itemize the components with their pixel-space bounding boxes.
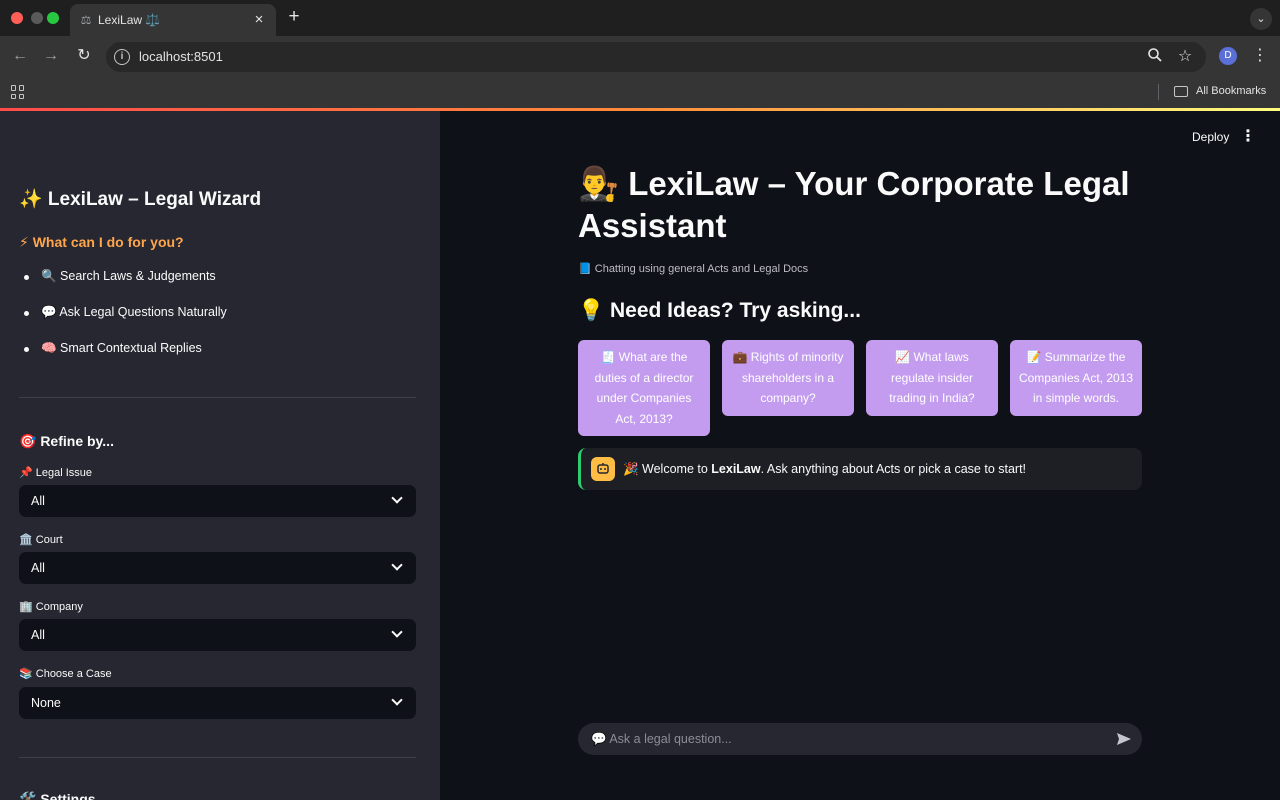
robot-icon bbox=[591, 457, 615, 481]
site-info-icon[interactable]: i bbox=[114, 49, 130, 65]
ideas-title: 💡 Need Ideas? Try asking... bbox=[578, 299, 861, 322]
court-select[interactable]: All bbox=[19, 552, 416, 584]
feature-item: 🔍 Search Laws & Judgements bbox=[24, 269, 216, 283]
url-text: localhost:8501 bbox=[139, 49, 223, 64]
browser-toolbar: ← → ↻ i localhost:8501 ☆ bbox=[0, 36, 1280, 76]
welcome-suffix: . Ask anything about Acts or pick a case… bbox=[760, 462, 1027, 476]
chat-input-container bbox=[578, 723, 1142, 755]
folder-icon bbox=[1174, 86, 1188, 97]
back-arrow-icon[interactable]: ← bbox=[10, 46, 30, 66]
profile-avatar[interactable]: D bbox=[1219, 47, 1237, 65]
chevron-down-icon bbox=[390, 560, 404, 574]
company-label: 🏢 Company bbox=[19, 601, 83, 613]
welcome-prefix: 🎉 Welcome to bbox=[623, 462, 712, 476]
scale-icon: ⚖ bbox=[80, 13, 92, 27]
sidebar-title: ✨ LexiLaw – Legal Wizard bbox=[19, 189, 262, 210]
legal-issue-label: 📌 Legal Issue bbox=[19, 467, 93, 479]
sidebar-divider bbox=[19, 757, 416, 758]
welcome-text: 🎉 Welcome to LexiLaw. Ask anything about… bbox=[623, 462, 1026, 477]
tab-title: LexiLaw ⚖️ bbox=[98, 13, 161, 27]
sidebar-divider bbox=[19, 397, 416, 398]
company-select[interactable]: All bbox=[19, 619, 416, 651]
refine-title: 🎯 Refine by... bbox=[19, 433, 114, 449]
court-label: 🏛️ Court bbox=[19, 534, 63, 546]
page-caption: 📘 Chatting using general Acts and Legal … bbox=[578, 263, 809, 275]
maximize-window-button[interactable] bbox=[47, 12, 59, 24]
browser-menu-icon[interactable]: ⋮ bbox=[1252, 45, 1268, 67]
idea-button-summarize-act[interactable]: 📝 Summarize the Companies Act, 2013 in s… bbox=[1010, 340, 1142, 416]
chevron-down-icon bbox=[390, 493, 404, 507]
chat-input[interactable] bbox=[578, 723, 1098, 755]
minimize-window-button[interactable] bbox=[31, 12, 43, 24]
browser-tab[interactable]: ⚖ LexiLaw ⚖️ × bbox=[70, 4, 276, 36]
page-title: 👨‍⚖️ LexiLaw – Your Corporate Legal Assi… bbox=[578, 165, 1130, 244]
deploy-button[interactable]: Deploy bbox=[1192, 130, 1229, 144]
tab-search-icon[interactable]: ⌄ bbox=[1250, 8, 1272, 30]
chevron-down-icon bbox=[390, 627, 404, 641]
browser-tab-bar: ⚖ LexiLaw ⚖️ × + ⌄ bbox=[0, 0, 1280, 36]
feature-item: 💬 Ask Legal Questions Naturally bbox=[24, 305, 227, 319]
legal-issue-value: All bbox=[31, 494, 45, 508]
bookmark-star-icon[interactable]: ☆ bbox=[1176, 46, 1194, 65]
idea-button-insider-trading[interactable]: 📈 What laws regulate insider trading in … bbox=[866, 340, 998, 416]
bookmarks-bar: All Bookmarks bbox=[0, 76, 1280, 108]
close-tab-icon[interactable]: × bbox=[250, 11, 268, 29]
idea-button-minority-rights[interactable]: 💼 Rights of minority shareholders in a c… bbox=[722, 340, 854, 416]
welcome-brand: LexiLaw bbox=[711, 462, 761, 476]
idea-button-director-duties[interactable]: 🧾 What are the duties of a director unde… bbox=[578, 340, 710, 436]
close-window-button[interactable] bbox=[11, 12, 23, 24]
sidebar-subtitle: ⚡ What can I do for you? bbox=[19, 234, 184, 250]
apps-grid-icon[interactable] bbox=[11, 85, 25, 99]
forward-arrow-icon[interactable]: → bbox=[41, 46, 61, 66]
choose-case-label: 📚 Choose a Case bbox=[19, 668, 112, 680]
company-value: All bbox=[31, 628, 45, 642]
new-tab-icon[interactable]: + bbox=[284, 7, 304, 27]
chevron-down-icon bbox=[390, 695, 404, 709]
choose-case-value: None bbox=[31, 696, 61, 710]
court-value: All bbox=[31, 561, 45, 575]
welcome-message: 🎉 Welcome to LexiLaw. Ask anything about… bbox=[578, 448, 1142, 490]
zoom-icon[interactable] bbox=[1146, 47, 1164, 65]
feature-item: 🧠 Smart Contextual Replies bbox=[24, 341, 202, 355]
app-menu-icon[interactable]: ⋮ bbox=[1240, 127, 1256, 147]
settings-title: 🛠️ Settings bbox=[19, 791, 96, 800]
send-icon[interactable] bbox=[1116, 731, 1132, 747]
main-content: Deploy ⋮ 👨‍⚖️ LexiLaw – Your Corporate L… bbox=[440, 111, 1280, 800]
address-bar[interactable]: i localhost:8501 ☆ bbox=[106, 42, 1206, 72]
bookmarks-divider bbox=[1158, 84, 1159, 100]
reload-icon[interactable]: ↻ bbox=[74, 46, 94, 66]
all-bookmarks-link[interactable]: All Bookmarks bbox=[1196, 85, 1266, 97]
choose-case-select[interactable]: None bbox=[19, 687, 416, 719]
legal-issue-select[interactable]: All bbox=[19, 485, 416, 517]
sidebar: ✨ LexiLaw – Legal Wizard ⚡ What can I do… bbox=[0, 111, 440, 800]
